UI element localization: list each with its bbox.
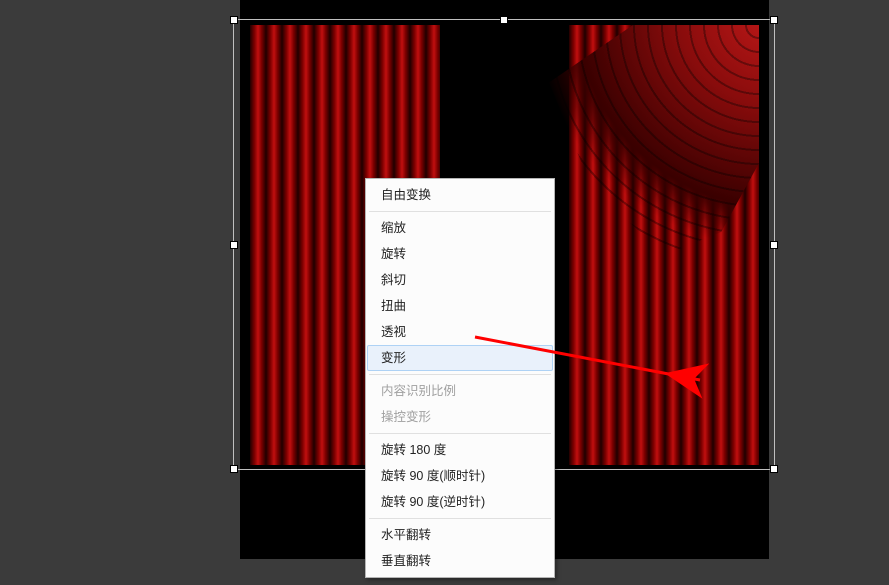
menu-item-rotate-90-ccw[interactable]: 旋转 90 度(逆时针) <box>367 489 553 515</box>
menu-item-free-transform[interactable]: 自由变换 <box>367 182 553 208</box>
transform-handle-w[interactable] <box>230 241 238 249</box>
menu-item-distort[interactable]: 扭曲 <box>367 293 553 319</box>
menu-separator <box>369 433 551 434</box>
transform-handle-nw[interactable] <box>230 16 238 24</box>
transform-handle-se[interactable] <box>770 465 778 473</box>
menu-item-perspective[interactable]: 透视 <box>367 319 553 345</box>
transform-handle-e[interactable] <box>770 241 778 249</box>
menu-item-content-aware-scale: 内容识别比例 <box>367 378 553 404</box>
menu-item-skew[interactable]: 斜切 <box>367 267 553 293</box>
transform-handle-sw[interactable] <box>230 465 238 473</box>
menu-item-puppet-warp: 操控变形 <box>367 404 553 430</box>
menu-item-flip-vertical[interactable]: 垂直翻转 <box>367 548 553 574</box>
transform-context-menu: 自由变换 缩放 旋转 斜切 扭曲 透视 变形 内容识别比例 操控变形 旋转 18… <box>365 178 555 578</box>
transform-handle-n[interactable] <box>500 16 508 24</box>
menu-item-warp[interactable]: 变形 <box>367 345 553 371</box>
menu-item-rotate[interactable]: 旋转 <box>367 241 553 267</box>
menu-item-rotate-180[interactable]: 旋转 180 度 <box>367 437 553 463</box>
menu-item-scale[interactable]: 缩放 <box>367 215 553 241</box>
menu-item-rotate-90-cw[interactable]: 旋转 90 度(顺时针) <box>367 463 553 489</box>
menu-separator <box>369 518 551 519</box>
transform-handle-ne[interactable] <box>770 16 778 24</box>
menu-separator <box>369 374 551 375</box>
menu-item-flip-horizontal[interactable]: 水平翻转 <box>367 522 553 548</box>
menu-separator <box>369 211 551 212</box>
